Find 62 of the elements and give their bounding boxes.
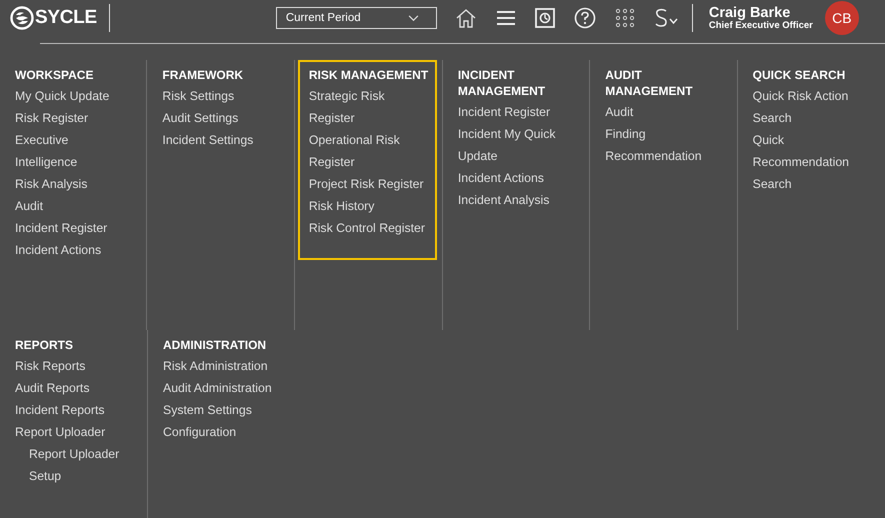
menu-link[interactable]: Audit Reports — [15, 377, 90, 399]
menu-link[interactable]: Recommendation — [752, 151, 850, 173]
menu-link[interactable]: Risk Settings — [162, 85, 234, 107]
menu-link[interactable]: Audit Settings — [162, 107, 238, 129]
user-name: Craig Barke — [708, 6, 792, 20]
section-heading: ADMINISTRATION — [163, 337, 266, 353]
logo-text: SYCLE — [35, 7, 97, 29]
menu-link[interactable]: Register — [308, 107, 355, 129]
menu-link[interactable]: Incident Reports — [15, 399, 105, 421]
menu-link[interactable]: Risk Control Register — [308, 217, 425, 239]
menu-link[interactable]: Register — [308, 151, 355, 173]
menu-link[interactable]: Risk Administration — [163, 355, 268, 377]
menu-link[interactable]: Incident Settings — [162, 129, 254, 151]
user-avatar[interactable]: CB — [824, 1, 859, 35]
menu-link[interactable]: Search — [752, 173, 792, 195]
period-select[interactable]: Current Period — [276, 7, 437, 29]
grid-dots-icon[interactable] — [614, 8, 635, 28]
section-heading: RISK MANAGEMENT — [308, 67, 428, 83]
menu-link[interactable]: Report Uploader — [15, 421, 106, 443]
chevron-down-icon — [408, 14, 419, 22]
menu-link[interactable]: Strategic Risk — [308, 85, 385, 107]
menu-link[interactable]: Incident Actions — [15, 239, 102, 261]
section-heading: INCIDENT MANAGEMENT — [458, 67, 546, 99]
menu-link[interactable]: Incident Register — [458, 101, 550, 123]
menu-link[interactable]: Executive — [15, 129, 68, 151]
menu-link[interactable]: Finding — [605, 123, 646, 145]
section-heading: QUICK SEARCH — [752, 67, 846, 83]
menu-link[interactable]: Update — [458, 145, 498, 167]
section-heading: WORKSPACE — [15, 67, 94, 83]
section-heading: FRAMEWORK — [162, 67, 244, 83]
menu-link[interactable]: Incident My Quick — [458, 123, 556, 145]
menu-link[interactable]: My Quick Update — [15, 85, 110, 107]
swirl-logo-icon — [10, 6, 34, 30]
menu-link[interactable]: Search — [752, 107, 792, 129]
menu-link[interactable]: Quick Risk Action — [752, 85, 848, 107]
menu-link[interactable]: Incident Register — [15, 217, 108, 239]
menu-link[interactable]: Incident Actions — [458, 167, 544, 189]
menu-link[interactable]: Audit Administration — [163, 377, 272, 399]
menu-link[interactable]: Audit — [15, 195, 44, 217]
menu-link[interactable]: Incident Analysis — [458, 189, 550, 211]
home-icon[interactable] — [454, 7, 477, 29]
menu-link[interactable]: Risk History — [308, 195, 374, 217]
user-role: Chief Executive Officer — [708, 21, 813, 30]
menu-link[interactable]: Setup — [29, 465, 62, 487]
dashboard-icon[interactable] — [534, 8, 555, 28]
menu-link[interactable]: Risk Reports — [15, 355, 86, 377]
section-heading: REPORTS — [15, 337, 74, 353]
menu-link[interactable]: Operational Risk — [308, 129, 400, 151]
menu-link[interactable]: Recommendation — [605, 145, 702, 167]
menu-link[interactable]: Risk Register — [15, 107, 88, 129]
menu-link[interactable]: System Settings — [163, 399, 252, 421]
help-icon[interactable] — [574, 7, 596, 29]
menu-link[interactable]: Report Uploader — [29, 443, 120, 465]
menu-link[interactable]: Risk Analysis — [15, 173, 88, 195]
menu-link[interactable]: Quick — [752, 129, 784, 151]
menu-link[interactable]: Audit — [605, 101, 634, 123]
menu-link[interactable]: Configuration — [163, 421, 236, 443]
section-heading: AUDIT MANAGEMENT — [605, 67, 693, 99]
menu-icon[interactable] — [496, 10, 516, 26]
user-switch-icon[interactable] — [654, 8, 680, 28]
menu-link[interactable]: Project Risk Register — [308, 173, 424, 195]
menu-link[interactable]: Intelligence — [15, 151, 78, 173]
